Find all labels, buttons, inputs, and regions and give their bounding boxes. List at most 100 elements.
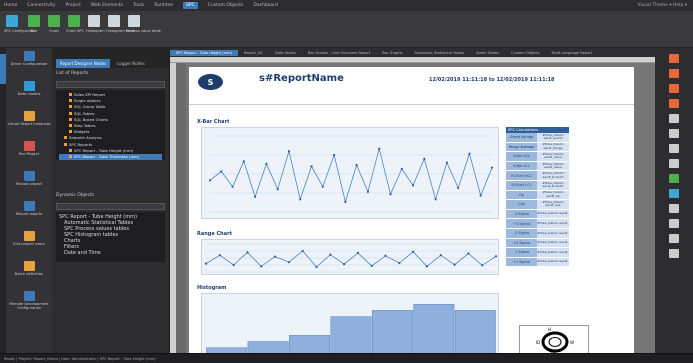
spc-row-value: #Tube_Datum ean#_R-Chart: [537, 180, 569, 190]
spc-row-key: -1 Sigma: [506, 248, 537, 257]
dynamic-search-input[interactable]: [56, 203, 165, 210]
spc-row-key: X-Bar UCL: [506, 152, 537, 161]
toolbox-icon-5[interactable]: [669, 129, 679, 138]
menu-item-project[interactable]: Project: [66, 3, 81, 8]
toolbox-icon-7[interactable]: [669, 159, 679, 168]
spc-row-value: #Tube_Datum ean#_: [537, 209, 569, 219]
ribbon-button-0[interactable]: SPC Configuration: [4, 15, 36, 33]
toolbox-icon-0[interactable]: [669, 54, 679, 63]
ribbon-label: Bar: [30, 29, 38, 33]
data-point: [389, 193, 392, 196]
toolbox-icon-4[interactable]: [669, 114, 679, 123]
data-point: [299, 198, 302, 201]
data-point: [315, 265, 318, 269]
doc-tab-7[interactable]: Custom Objects: [505, 50, 546, 56]
sidebar-item-6[interactable]: Edit project users: [6, 228, 52, 258]
menu-item-runtime[interactable]: Runtime: [154, 3, 173, 8]
data-point: [242, 160, 245, 163]
tree-item[interactable]: SPC Report - Tube Thickness (mm): [59, 154, 162, 160]
doc-tab-3[interactable]: Bar Graphs - Line Overview Report: [302, 50, 376, 56]
ribbon-button-4[interactable]: Histogram: [86, 15, 105, 33]
tree-item-icon: [64, 142, 67, 146]
ribbon-icon: [128, 15, 140, 27]
dynamic-objects-tree: SPC Report - Tube Height (mm) Automatic S…: [56, 212, 165, 262]
doc-tab-4[interactable]: Bar Graphs: [376, 50, 408, 56]
report-canvas[interactable]: S s#ReportName 12/02/2019 11:11:18 to 12…: [176, 63, 655, 353]
report-page[interactable]: S s#ReportName 12/02/2019 11:11:18 to 12…: [189, 67, 634, 353]
menu-item-home[interactable]: Home: [4, 3, 17, 8]
toolbox-icon-8[interactable]: [669, 174, 679, 183]
panel-tab-0[interactable]: Report Designer Nodes: [56, 59, 111, 68]
data-point: [321, 185, 324, 188]
data-point: [423, 157, 426, 160]
ribbon-button-1[interactable]: Bar: [26, 15, 42, 33]
sidebar-item-0[interactable]: Driver Configuration: [6, 48, 52, 78]
doc-tab-2[interactable]: Data Tables: [269, 50, 302, 56]
menu-item-connectivity[interactable]: Connectivity: [27, 3, 55, 8]
range-chart[interactable]: [201, 239, 499, 275]
menu-item-tools[interactable]: Tools: [133, 3, 144, 8]
spc-row-value: #Tube_Datum ean#_R-Chart: [537, 171, 569, 180]
menu-right-options[interactable]: Visual Theme ▾ Help ▾: [638, 3, 687, 8]
sidebar-icon: [23, 201, 35, 211]
data-point: [445, 161, 448, 164]
ribbon-button-6[interactable]: Process value table: [126, 15, 161, 33]
report-search-input[interactable]: [56, 81, 165, 88]
report-header: S s#ReportName 12/02/2019 11:11:18 to 12…: [189, 67, 634, 105]
sidebar-item-8[interactable]: Remote Development Configuration: [6, 288, 52, 318]
xbar-chart-svg: [208, 135, 494, 213]
doc-tab-1[interactable]: Report_DC: [238, 50, 269, 56]
doc-tab-0[interactable]: SPC Report - Tube Height (mm): [170, 49, 238, 56]
toolbox-icon-1[interactable]: [669, 69, 679, 78]
menu-item-custom-objects[interactable]: Custom Objects: [208, 3, 244, 8]
sidebar-item-4[interactable]: Reload project: [6, 168, 52, 198]
ribbon-icon: [68, 15, 80, 27]
spc-calculations-table[interactable]: SPC Calculations Grand Avrage #Tube_Datum…: [506, 127, 569, 268]
sidebar-item-2[interactable]: Virtual Report Instances: [6, 108, 52, 138]
menu-item-web-elements[interactable]: Web Elements: [91, 3, 123, 8]
sidebar-item-1[interactable]: Data models: [6, 78, 52, 108]
dynamic-tree-item[interactable]: Date and Time: [59, 250, 162, 256]
sidebar-label: Driver Configuration: [10, 62, 48, 66]
menu-item-spc[interactable]: SPC: [183, 2, 198, 9]
panel-tab-1[interactable]: Logger Nodes: [113, 59, 149, 68]
doc-tab-6[interactable]: Alarm Tables: [470, 50, 505, 56]
tree-item-icon: [69, 155, 72, 159]
tree-item-label: SQL Based Charts: [74, 116, 108, 122]
toolbox-icon-9[interactable]: [669, 189, 679, 198]
histogram-chart[interactable]: [201, 293, 499, 353]
toolbox-icon-11[interactable]: [669, 219, 679, 228]
sidebar-item-5[interactable]: Reload reports: [6, 198, 52, 228]
sidebar-item-7[interactable]: Batch definition: [6, 258, 52, 288]
sidebar-icon: [23, 261, 35, 271]
sidebar-label: Reload reports: [15, 212, 43, 216]
sketch-label-h: H: [548, 327, 551, 332]
sidebar-icon: [23, 51, 35, 61]
toolbox-icon-12[interactable]: [669, 234, 679, 243]
doc-tab-8[interactable]: Multi Language Report: [545, 50, 598, 56]
ribbon-button-5[interactable]: Histogram table: [106, 15, 135, 33]
histogram-bar: [330, 316, 372, 353]
ribbon-button-3[interactable]: Chart SPC: [66, 15, 84, 33]
menu-item-dashboard[interactable]: Dashboard: [253, 3, 277, 8]
histogram-bar: [413, 303, 455, 353]
report-logo: S: [198, 74, 223, 90]
report-name: s#ReportName: [259, 73, 344, 84]
toolbox-icon-2[interactable]: [669, 84, 679, 93]
sidebar-label: Batch definition: [14, 272, 44, 276]
data-point: [400, 167, 403, 171]
toolbox-icon-10[interactable]: [669, 204, 679, 213]
toolbox-icon-6[interactable]: [669, 144, 679, 153]
doc-tab-5[interactable]: Automatic Statistical Tables: [408, 50, 470, 56]
spc-row-key: +3 Sigma: [506, 219, 537, 228]
sidebar-item-3[interactable]: Run Project: [6, 138, 52, 168]
series-line: [209, 148, 493, 204]
spc-row: X-Bar LCL #Tube_Datum ean#_value: [506, 161, 569, 172]
ribbon-button-2[interactable]: Chart: [46, 15, 62, 33]
histogram-bar: [371, 310, 413, 353]
toolbox-icon-3[interactable]: [669, 99, 679, 108]
toolbox-icon-13[interactable]: [669, 249, 679, 258]
spc-row: Grand Avrage #Tube_Datum ean#_Grand: [506, 133, 569, 143]
report-date-range: 12/02/2019 11:11:18 to 12/02/2019 11:11:…: [429, 77, 555, 83]
xbar-chart[interactable]: [201, 127, 499, 219]
